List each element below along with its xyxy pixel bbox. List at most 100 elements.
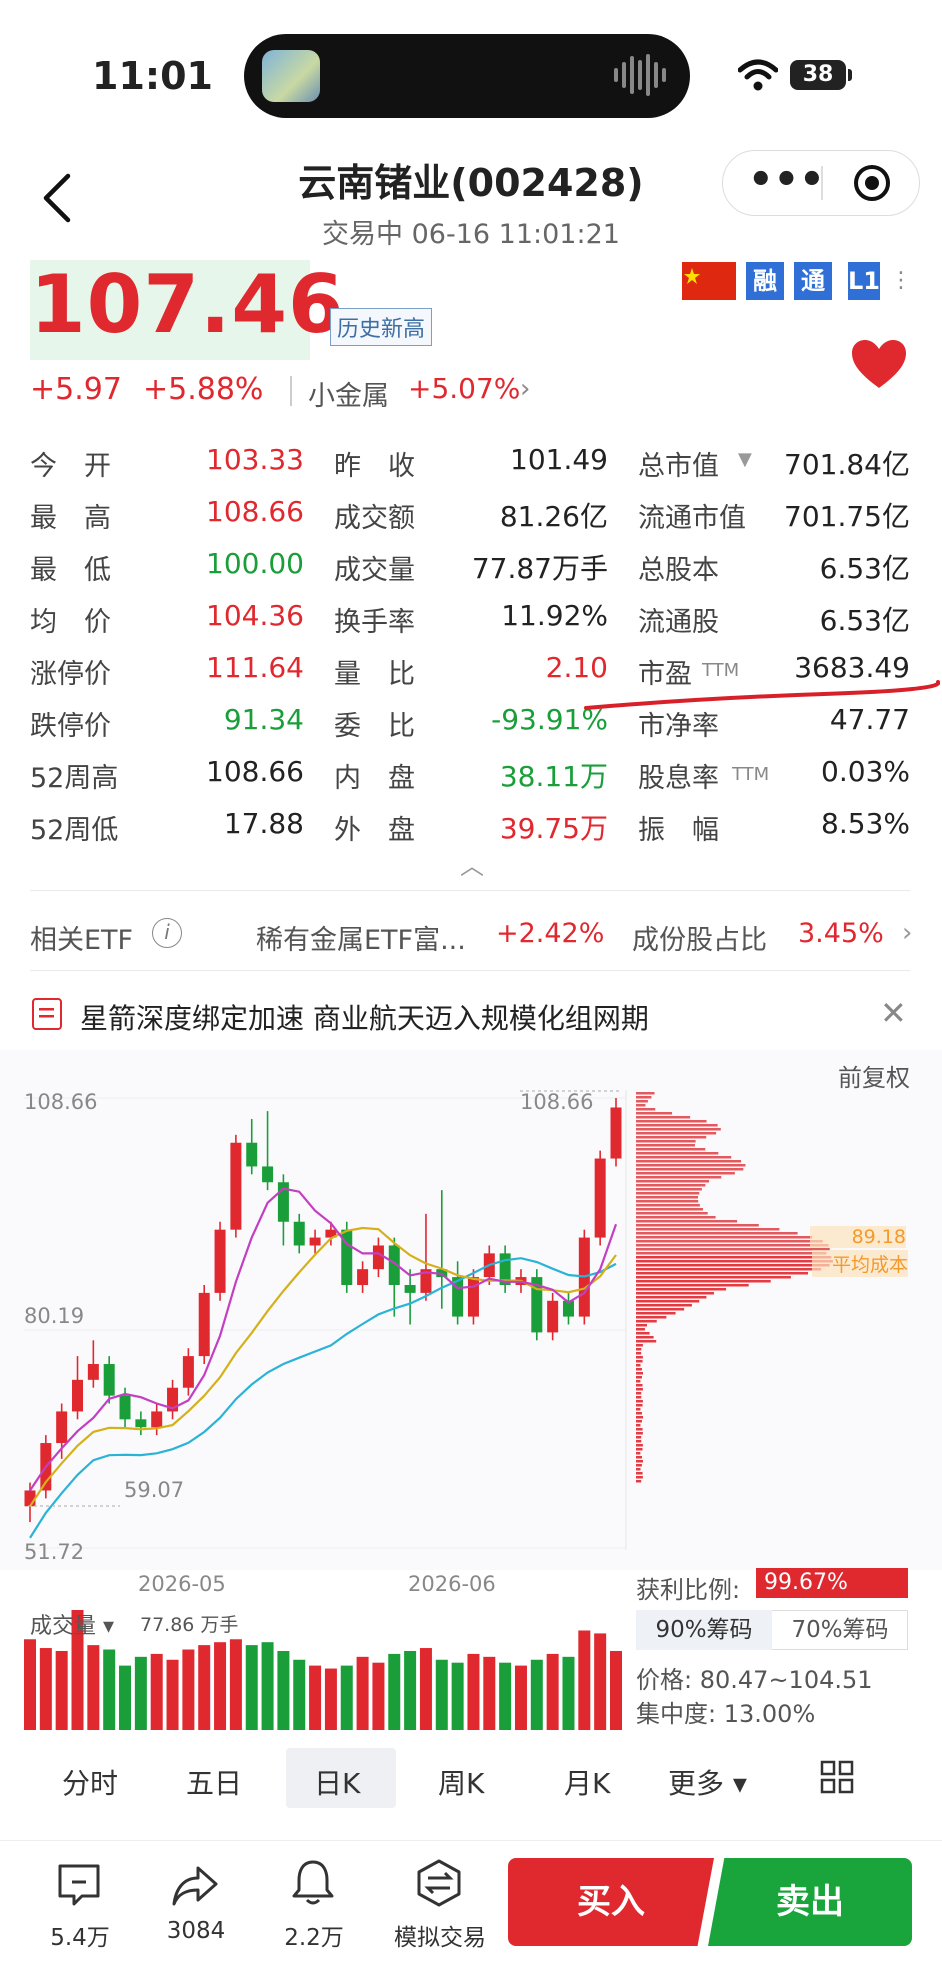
share-icon[interactable] [170, 1860, 220, 1910]
quote-label: 昨 收 [334, 451, 415, 482]
level1-tag[interactable]: L1 [848, 262, 880, 300]
chip-bar [636, 1352, 642, 1355]
volume-bar [546, 1653, 559, 1730]
quote-value: 8.53% [821, 807, 910, 840]
chip-bar [636, 1344, 643, 1347]
quote-label: 成交量 [334, 555, 415, 586]
volume-bar [594, 1633, 607, 1730]
tab-intraday[interactable]: 分时 [62, 1762, 118, 1802]
chip-price-label: 价格: [636, 1666, 693, 1694]
chip-bar [636, 1168, 744, 1171]
chip-bar [636, 1156, 732, 1159]
info-icon[interactable]: i [152, 918, 182, 948]
favorite-heart-icon[interactable] [850, 338, 908, 390]
chip-bar [636, 1224, 759, 1227]
tab-daily-k[interactable]: 日K [314, 1762, 360, 1802]
quote-label: 内 盘 [334, 763, 415, 794]
volume-bar [562, 1656, 575, 1730]
comment-count[interactable]: 5.4万 [40, 1918, 120, 1952]
chip-bar [636, 1248, 830, 1251]
volume-indicator-select[interactable]: 成交量 ▾ [30, 1608, 114, 1640]
chip-90-tab[interactable]: 90%筹码 [636, 1610, 772, 1650]
chip-bar [636, 1280, 771, 1283]
volume-bar [55, 1650, 68, 1730]
volume-bar [404, 1650, 417, 1730]
volume-bar [150, 1653, 163, 1730]
china-flag-icon [682, 262, 736, 300]
tab-five-day[interactable]: 五日 [186, 1762, 242, 1802]
chip-bar [636, 1416, 643, 1419]
quote-label: 均 价 [30, 607, 111, 638]
buy-button[interactable]: 买入 [508, 1858, 714, 1946]
quote-label: 流通股 [638, 607, 719, 638]
chip-bar [636, 1404, 643, 1407]
trade-status: 交易中 06-16 11:01:21 [322, 219, 620, 250]
low-marker: 59.07 [124, 1478, 185, 1502]
chip-bar [636, 1172, 735, 1175]
candle-down [246, 1142, 258, 1167]
chip-bar [636, 1308, 685, 1311]
x-axis-label: 2026-06 [408, 1572, 496, 1596]
bell-icon[interactable] [288, 1858, 338, 1908]
chip-bar [636, 1252, 827, 1255]
chip-bar [636, 1292, 714, 1295]
news-headline[interactable]: 星箭深度绑定加速 商业航天迈入规模化组网期 [80, 997, 649, 1037]
volume-bar [372, 1662, 385, 1730]
chip-bar [636, 1464, 642, 1467]
target-icon[interactable] [852, 163, 892, 203]
chevron-right-icon[interactable]: › [520, 374, 530, 404]
sector-name[interactable]: 小金属 [308, 374, 389, 413]
chip-bar [636, 1192, 700, 1195]
volume-value: 77.86 万手 [140, 1614, 239, 1636]
vertical-dots-icon[interactable]: ⋮ [890, 268, 912, 293]
quote-label[interactable]: 总市值 [638, 444, 719, 483]
sell-button[interactable]: 卖出 [708, 1858, 912, 1946]
connect-tag[interactable]: 通 [794, 262, 832, 300]
chip-bar [636, 1108, 656, 1111]
candle-down [293, 1221, 305, 1246]
chip-bar [636, 1100, 648, 1103]
chevron-right-icon[interactable]: › [902, 918, 912, 948]
adjust-mode[interactable]: 前复权 [838, 1058, 910, 1093]
etf-name[interactable]: 稀有金属ETF富... [256, 918, 466, 957]
more-dots-icon[interactable]: ••• [748, 160, 825, 206]
sim-trade-label[interactable]: 模拟交易 [388, 1918, 492, 1952]
quote-value: 91.34 [223, 703, 304, 736]
volume-bar [214, 1642, 227, 1730]
quote-label: 52周低 [30, 815, 119, 846]
quote-label: 最 低 [30, 555, 111, 586]
chip-bar [636, 1256, 832, 1259]
comment-icon[interactable] [54, 1860, 104, 1910]
tab-monthly-k[interactable]: 月K [564, 1762, 610, 1802]
quote-value: 108.66 [206, 755, 304, 788]
volume-bar [530, 1659, 543, 1730]
volume-bar [277, 1650, 290, 1730]
quote-value: 104.36 [206, 599, 304, 632]
share-count[interactable]: 3084 [154, 1918, 238, 1944]
sector-change-pct[interactable]: +5.07% [408, 372, 520, 405]
chip-bar [636, 1380, 641, 1383]
chip-price-range: 价格: 80.47~104.51 [636, 1660, 873, 1695]
chip-conc-label: 集中度: [636, 1700, 717, 1728]
chip-bar [636, 1336, 654, 1339]
grid-layout-icon[interactable] [820, 1760, 854, 1794]
chip-bar [636, 1216, 716, 1219]
quote-label: 涨停价 [30, 659, 111, 690]
chip-conc-value: 13.00% [723, 1700, 816, 1728]
chip-bar [636, 1176, 722, 1179]
close-icon[interactable]: ✕ [880, 994, 907, 1032]
collapse-up-icon[interactable]: ︿ [460, 846, 484, 881]
dropdown-triangle-icon[interactable]: ▼ [738, 449, 752, 470]
chip-bar [636, 1092, 655, 1095]
margin-tag[interactable]: 融 [746, 262, 784, 300]
chip-bar [636, 1272, 809, 1275]
tab-weekly-k[interactable]: 周K [438, 1762, 484, 1802]
alert-count[interactable]: 2.2万 [274, 1918, 354, 1952]
etf-change-pct[interactable]: +2.42% [496, 918, 604, 949]
now-playing-thumbnail[interactable] [262, 50, 320, 102]
tab-more[interactable]: 更多 ▾ [668, 1762, 747, 1802]
chip-70-tab[interactable]: 70%筹码 [772, 1610, 908, 1650]
chip-bar [636, 1188, 702, 1191]
sim-trade-icon[interactable] [414, 1858, 464, 1908]
quote-label: 今 开 [30, 451, 111, 482]
